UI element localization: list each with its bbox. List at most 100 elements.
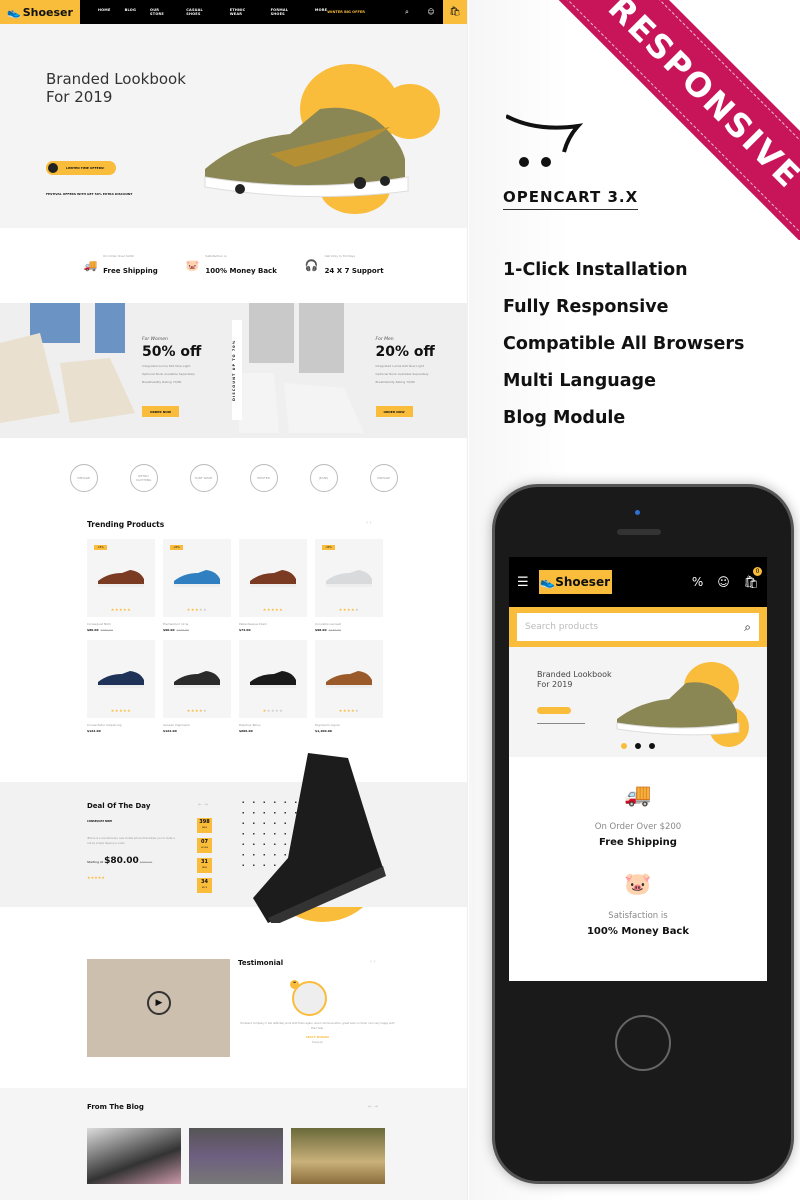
search-input[interactable]: Search products ⌕ [517, 613, 759, 641]
product-card[interactable]: -15% ★★★★★ Consequat Nibh $80.00 $100.00 [87, 539, 155, 632]
cart-icon[interactable]: 🛍 [443, 0, 467, 24]
home-button[interactable] [615, 1015, 671, 1071]
product-price: $98.00 $140.00 [315, 628, 341, 632]
feature-strip: 🚚 On Order Over $200 Free Shipping 🐷 Satisf… [0, 228, 467, 303]
mobile-logo[interactable]: 👟 Shoeser [538, 570, 612, 594]
product-grid: -15% ★★★★★ Consequat Nibh $80.00 $100.00 -20%… [87, 539, 467, 733]
product-image[interactable]: ★★★★★ [163, 640, 231, 718]
carousel-arrows[interactable]: ← → [198, 802, 208, 808]
deal-sneaker-image [253, 753, 386, 923]
banner-headline: 50% off [142, 344, 202, 360]
brand-logo[interactable]: VINTAGE [369, 464, 398, 492]
mobile-hero-title: Branded Lookbook For 2019 [537, 670, 612, 689]
product-card[interactable]: ★★★★★ Aenean Dignissim $122.00 [163, 640, 231, 733]
product-shoe-image [250, 570, 296, 587]
search-icon[interactable]: ⌕ [744, 620, 751, 635]
blog-image[interactable] [87, 1128, 181, 1184]
carousel-arrows[interactable]: ‹ › [366, 520, 372, 526]
product-name[interactable]: Convallis Laoreet [315, 622, 383, 626]
blog-image[interactable] [291, 1128, 385, 1184]
feature-item: Blog Module [503, 408, 626, 428]
product-price: $122.00 [163, 729, 177, 733]
feature-money-back: 🐷 Satisfaction is 100% Money Back [185, 254, 277, 275]
cart-icon[interactable]: 🛍 [744, 575, 759, 589]
deal-title: Deal Of The Day [87, 802, 151, 810]
mobile-offer-pill[interactable] [537, 707, 571, 714]
product-name[interactable]: Elementum Urna [163, 622, 231, 626]
offer-icon[interactable]: % [692, 575, 703, 589]
product-image[interactable]: ★★★★★ [315, 640, 383, 718]
timer-hours: 07 HOURS [197, 838, 212, 853]
product-card[interactable]: -20% ★★★★★ Elementum Urna $90.00 $120.00 [163, 539, 231, 632]
carousel-arrows[interactable]: ‹ › [370, 959, 376, 965]
order-now-button[interactable]: ORDER NOW [142, 406, 179, 417]
product-card[interactable]: -30% ★★★★★ Convallis Laoreet $98.00 $140.00 [315, 539, 383, 632]
feature-free-shipping: 🚚 On Order Over $200 Free Shipping [83, 254, 158, 275]
brand-logo[interactable]: JEANS [309, 464, 338, 492]
discount-badge: -20% [170, 545, 183, 550]
site-logo[interactable]: 👟 Shoeser [0, 0, 80, 24]
mobile-header: ☰ 👟 Shoeser % ☺ 🛍 0 [509, 557, 767, 607]
product-image[interactable]: -20% ★★★★★ [163, 539, 231, 617]
video-thumbnail[interactable]: ▶ [87, 959, 230, 1057]
hamburger-menu-icon[interactable]: ☰ [517, 575, 529, 590]
mobile-feature-money-back: 🐷 Satisfaction is 100% Money Back [509, 872, 767, 937]
brand-logo[interactable]: HIPSTER [249, 464, 278, 492]
nav-promo[interactable]: WINTER BIG OFFER [327, 10, 365, 14]
nav-link-formal-shoes[interactable]: FORMAL SHOES [271, 8, 301, 16]
mobile-search-bar: Search products ⌕ [509, 607, 767, 647]
product-name[interactable]: Dignissim Ligula [315, 723, 383, 727]
nav-link-ethnic-wear[interactable]: ETHNIC WEAR [230, 8, 257, 16]
brand-logo[interactable]: RETRO CLOTHING [129, 464, 158, 492]
product-card[interactable]: ★★★★★ Consectetur Adipiscing $122.00 [87, 640, 155, 733]
banner-women[interactable]: For Women 50% off Integrated Lumia 620 N… [0, 303, 234, 438]
limited-offer-pill[interactable]: LIMITED TIME OFFERS! [46, 161, 116, 175]
product-card[interactable]: ★★★★★ Pellentesque Diam $74.00 [239, 539, 307, 632]
product-card[interactable]: ★★★★★ Dapibus Tellus $606.00 [239, 640, 307, 733]
carousel-dots[interactable] [621, 743, 655, 749]
play-icon[interactable]: ▶ [147, 991, 171, 1015]
product-image[interactable]: ★★★★★ [239, 539, 307, 617]
product-image[interactable]: -30% ★★★★★ [315, 539, 383, 617]
product-card[interactable]: ★★★★★ Dignissim Ligula $1,200.00 [315, 640, 383, 733]
product-rating: ★★★★★ [262, 708, 284, 713]
product-shoe-image [326, 671, 372, 688]
cart-count-badge: 0 [753, 567, 762, 576]
nav-link-our-store[interactable]: OUR STORE [150, 8, 172, 16]
mobile-hero-sneaker [616, 682, 740, 736]
feature-item: Multi Language [503, 371, 656, 391]
nav-links: HOME BLOG OUR STORE CASUAL SHOES ETHNIC … [98, 8, 327, 16]
product-image[interactable]: -15% ★★★★★ [87, 539, 155, 617]
search-icon[interactable]: ⌕ [395, 8, 419, 17]
product-name[interactable]: Aenean Dignissim [163, 723, 231, 727]
product-image[interactable]: ★★★★★ [87, 640, 155, 718]
product-rating: ★★★★★ [110, 708, 132, 713]
user-icon[interactable]: ☺ [419, 8, 443, 16]
product-name[interactable]: Pellentesque Diam [239, 622, 307, 626]
nav-link-home[interactable]: HOME [98, 8, 111, 16]
nav-link-casual-shoes[interactable]: CASUAL SHOES [186, 8, 215, 16]
deal-price: Starting At $80.00 $302.00 [87, 856, 153, 866]
user-icon[interactable]: ☺ [717, 575, 730, 589]
blog-image[interactable] [189, 1128, 283, 1184]
deal-product-name[interactable]: CONSEQUAT NIBH [87, 820, 112, 823]
nav-link-more[interactable]: MORE [315, 8, 327, 16]
quote-icon: ❝ [290, 980, 299, 989]
truck-icon: 🚚 [83, 259, 98, 272]
brand-logo[interactable]: VINTAGE [69, 464, 98, 492]
product-name[interactable]: Consectetur Adipiscing [87, 723, 155, 727]
feature-item: Fully Responsive [503, 297, 669, 317]
order-now-button[interactable]: ORDER NOW [375, 406, 413, 417]
carousel-arrows[interactable]: ← → [368, 1104, 378, 1110]
women-shoe-image [0, 303, 135, 423]
timer-secs: 34 SECS [197, 878, 212, 893]
banner-men[interactable]: For Men 20% off Integrated Lumia 620 Now… [233, 303, 467, 438]
testimonial-quote: Excellent Company! I will definitely wor… [240, 1022, 395, 1030]
nav-link-blog[interactable]: BLOG [125, 8, 136, 16]
brand-logo[interactable]: SURF WAVE [189, 464, 218, 492]
product-name[interactable]: Dapibus Tellus [239, 723, 307, 727]
product-image[interactable]: ★★★★★ [239, 640, 307, 718]
blog-title: From The Blog [87, 1103, 144, 1111]
product-name[interactable]: Consequat Nibh [87, 622, 155, 626]
product-rating: ★★★★★ [186, 607, 208, 612]
